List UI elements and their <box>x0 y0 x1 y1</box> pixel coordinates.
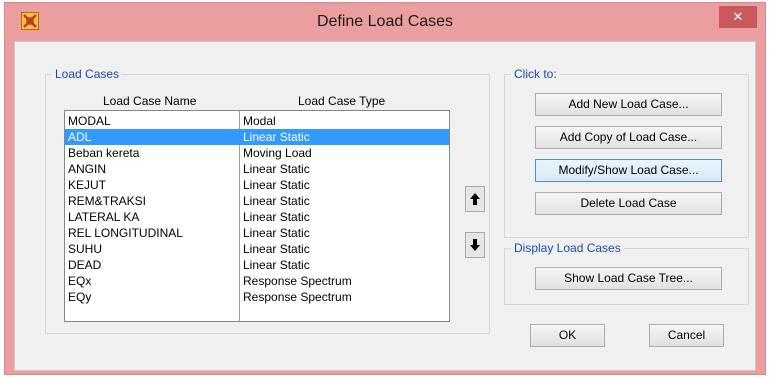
window-title: Define Load Cases <box>316 13 454 30</box>
arrow-up-icon <box>469 192 481 206</box>
load-case-type-cell: Linear Static <box>243 242 310 256</box>
column-header-type: Load Case Type <box>298 94 386 108</box>
load-case-name-cell: SUHU <box>68 242 103 256</box>
cancel-button[interactable]: Cancel <box>649 324 724 347</box>
show-load-case-tree-button[interactable]: Show Load Case Tree... <box>535 267 722 290</box>
load-case-name-cell: REM&TRAKSI <box>68 194 147 208</box>
close-icon: ✕ <box>732 9 744 24</box>
load-case-name-cell: ADL <box>68 130 92 144</box>
load-case-type-cell: Response Spectrum <box>243 274 352 288</box>
add-new-load-case-button[interactable]: Add New Load Case... <box>535 93 722 116</box>
table-row[interactable]: MODAL Modal <box>65 113 449 129</box>
load-case-type-cell: Linear Static <box>243 178 310 192</box>
table-row[interactable]: KEJUT Linear Static <box>65 177 449 193</box>
load-case-name-cell: KEJUT <box>68 178 107 192</box>
arrow-down-icon <box>469 238 481 252</box>
load-cases-list[interactable]: MODAL Modal ADL Linear Static Beban kereta Mo… <box>64 110 450 322</box>
load-case-name-cell: DEAD <box>68 258 102 272</box>
load-case-type-cell: Linear Static <box>243 194 310 208</box>
load-case-type-cell: Linear Static <box>243 258 310 272</box>
table-row[interactable]: ANGIN Linear Static <box>65 161 449 177</box>
ok-button[interactable]: OK <box>530 324 605 347</box>
modify-show-load-case-button[interactable]: Modify/Show Load Case... <box>535 159 722 182</box>
table-row[interactable]: ADL Linear Static <box>65 129 449 145</box>
table-row[interactable]: REM&TRAKSI Linear Static <box>65 193 449 209</box>
table-row[interactable]: DEAD Linear Static <box>65 257 449 273</box>
load-cases-group-title: Load Cases <box>52 67 123 81</box>
load-case-type-cell: Linear Static <box>243 162 310 176</box>
add-copy-load-case-button[interactable]: Add Copy of Load Case... <box>535 126 722 149</box>
load-case-type-cell: Moving Load <box>243 146 312 160</box>
load-case-type-cell: Response Spectrum <box>243 290 352 304</box>
load-case-name-cell: EQx <box>68 274 92 288</box>
table-row[interactable]: REL LONGITUDINAL Linear Static <box>65 225 449 241</box>
dialog-client-area: Load Cases Load Case Name Load Case Type… <box>14 41 756 371</box>
click-to-group-title: Click to: <box>511 67 560 81</box>
load-case-name-cell: LATERAL KA <box>68 210 140 224</box>
move-up-button[interactable] <box>465 186 485 212</box>
load-case-type-cell: Linear Static <box>243 226 310 240</box>
column-header-name: Load Case Name <box>103 94 197 108</box>
dialog-window: Define Load Cases ✕ Load Cases Load Case… <box>4 2 766 375</box>
table-row[interactable]: LATERAL KA Linear Static <box>65 209 449 225</box>
close-button[interactable]: ✕ <box>719 6 757 28</box>
load-case-type-cell: Modal <box>243 114 276 128</box>
title-bar[interactable]: Define Load Cases ✕ <box>5 3 765 41</box>
load-case-name-cell: EQy <box>68 290 92 304</box>
table-row[interactable]: Beban kereta Moving Load <box>65 145 449 161</box>
load-case-name-cell: ANGIN <box>68 162 107 176</box>
load-case-name-cell: Beban kereta <box>68 146 140 160</box>
load-case-name-cell: REL LONGITUDINAL <box>68 226 183 240</box>
load-case-type-cell: Linear Static <box>243 210 310 224</box>
table-row[interactable]: EQy Response Spectrum <box>65 289 449 305</box>
delete-load-case-button[interactable]: Delete Load Case <box>535 192 722 215</box>
table-row[interactable]: EQx Response Spectrum <box>65 273 449 289</box>
table-row[interactable]: SUHU Linear Static <box>65 241 449 257</box>
move-down-button[interactable] <box>465 232 485 258</box>
load-case-name-cell: MODAL <box>68 114 111 128</box>
display-load-cases-group-title: Display Load Cases <box>511 241 624 255</box>
load-case-type-cell: Linear Static <box>243 130 310 144</box>
